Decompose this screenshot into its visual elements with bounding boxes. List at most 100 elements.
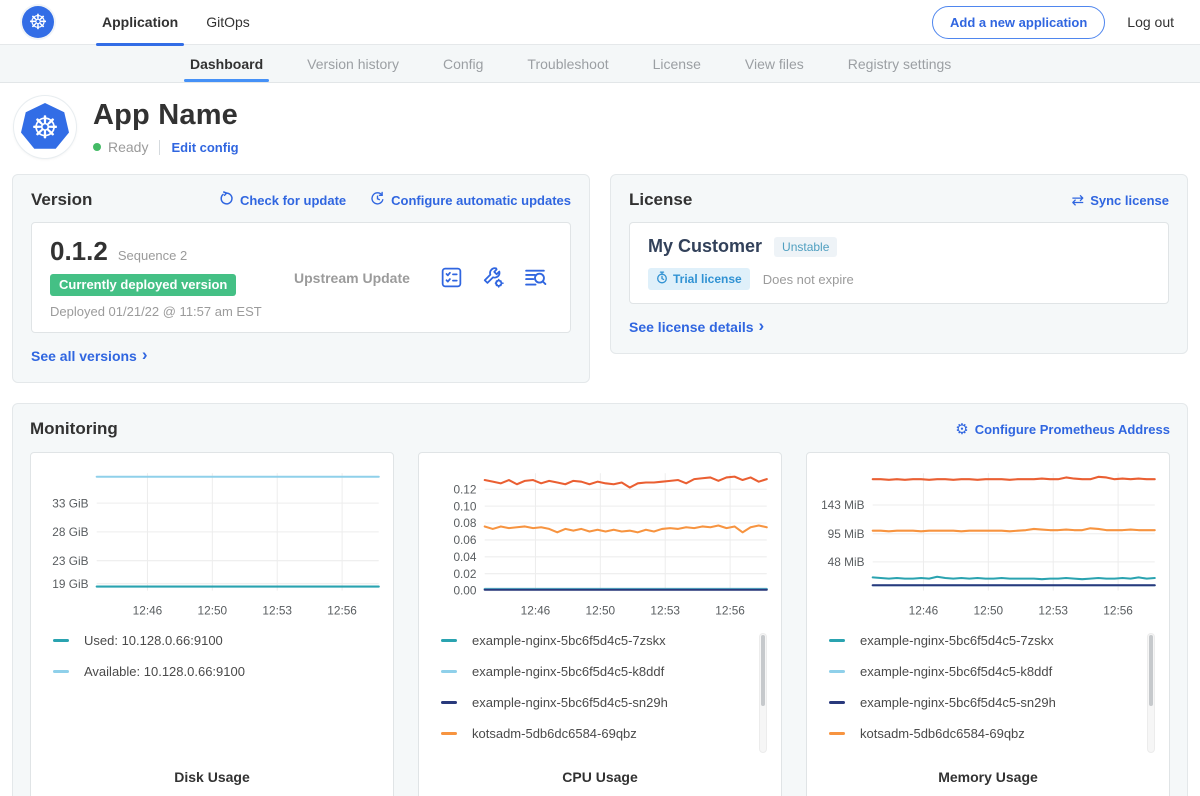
memory-usage-chart: 12:4612:5012:5312:5648 MiB95 MiB143 MiB (813, 465, 1163, 621)
legend-scrollbar[interactable] (759, 633, 767, 753)
legend-label: example-nginx-5bc6f5d4c5-7zskx (860, 633, 1054, 648)
edit-config-link[interactable]: Edit config (171, 140, 238, 155)
see-license-details-label: See license details (629, 319, 754, 335)
tab-config[interactable]: Config (421, 45, 505, 82)
memory-usage-chart-card: 12:4612:5012:5312:5648 MiB95 MiB143 MiB … (806, 452, 1170, 796)
version-number: 0.1.2 (50, 236, 108, 267)
divider (159, 140, 160, 155)
tab-config-label: Config (443, 56, 483, 72)
license-type-badge: Trial license (648, 268, 750, 290)
top-nav: ☸ Application GitOps Add a new applicati… (0, 0, 1200, 45)
license-summary-row: My Customer Unstable Trial license Does … (629, 222, 1169, 304)
legend-label: kotsadm-5db6dc6584-69qbz (472, 726, 637, 741)
legend-label: example-nginx-5bc6f5d4c5-sn29h (860, 695, 1056, 710)
cpu-usage-chart-card: 12:4612:5012:5312:560.000.020.040.060.08… (418, 452, 782, 796)
monitoring-title: Monitoring (30, 419, 118, 439)
config-wrench-icon[interactable] (481, 265, 506, 290)
svg-text:12:46: 12:46 (521, 603, 551, 617)
preflight-checks-icon[interactable] (439, 265, 464, 290)
series-color-swatch (441, 701, 457, 704)
legend-item: Used: 10.128.0.66:9100 (53, 633, 361, 648)
channel-badge: Unstable (774, 237, 837, 257)
check-for-update-link[interactable]: Check for update (219, 191, 346, 209)
view-diff-files-icon[interactable] (523, 265, 548, 290)
configure-auto-updates-link[interactable]: Configure automatic updates (370, 191, 571, 209)
tab-view-files[interactable]: View files (723, 45, 826, 82)
svg-text:33 GiB: 33 GiB (52, 496, 88, 510)
svg-text:12:53: 12:53 (262, 603, 292, 617)
tab-version-history[interactable]: Version history (285, 45, 421, 82)
svg-text:12:53: 12:53 (1038, 603, 1068, 617)
ready-status-dot (93, 143, 101, 151)
svg-text:23 GiB: 23 GiB (52, 554, 88, 568)
tab-application[interactable]: Application (88, 0, 192, 45)
svg-text:95 MiB: 95 MiB (828, 527, 865, 541)
series-color-swatch (829, 732, 845, 735)
tab-dashboard-label: Dashboard (190, 56, 263, 72)
disk-usage-chart: 12:4612:5012:5312:5619 GiB23 GiB28 GiB33… (37, 465, 387, 621)
scrollbar-thumb[interactable] (1149, 635, 1153, 706)
tab-registry-settings[interactable]: Registry settings (826, 45, 973, 82)
svg-text:143 MiB: 143 MiB (821, 498, 865, 512)
tab-application-label: Application (102, 14, 178, 30)
kubernetes-logo-icon[interactable]: ☸ (22, 6, 54, 38)
gear-icon: ⚙ (955, 422, 968, 437)
see-license-details-link[interactable]: See license details › (629, 317, 764, 337)
expiry-text: Does not expire (763, 272, 854, 287)
tab-troubleshoot[interactable]: Troubleshoot (505, 45, 630, 82)
memory-usage-legend: example-nginx-5bc6f5d4c5-7zskx example-ng… (813, 631, 1163, 759)
tab-view-files-label: View files (745, 56, 804, 72)
legend-label: example-nginx-5bc6f5d4c5-k8ddf (860, 664, 1052, 679)
chart-title: CPU Usage (425, 759, 775, 796)
add-application-button[interactable]: Add a new application (932, 6, 1105, 39)
refresh-icon (219, 191, 234, 209)
chart-title: Memory Usage (813, 759, 1163, 796)
legend-label: kotsadm-5db6dc6584-69qbz (860, 726, 1025, 741)
cpu-usage-legend: example-nginx-5bc6f5d4c5-7zskxexample-ng… (425, 631, 775, 759)
tab-gitops[interactable]: GitOps (192, 0, 264, 45)
legend-item: example-nginx-5bc6f5d4c5-sn29h (441, 695, 749, 710)
license-type-label: Trial license (673, 272, 742, 286)
logout-button[interactable]: Log out (1127, 14, 1174, 30)
tab-gitops-label: GitOps (206, 14, 250, 30)
tab-license[interactable]: License (631, 45, 723, 82)
svg-text:19 GiB: 19 GiB (52, 577, 88, 591)
app-avatar: ☸ (14, 96, 76, 158)
svg-text:28 GiB: 28 GiB (52, 525, 88, 539)
configure-prometheus-label: Configure Prometheus Address (975, 422, 1170, 437)
svg-text:12:56: 12:56 (715, 603, 745, 617)
legend-scrollbar[interactable] (1147, 633, 1155, 753)
legend-item: kotsadm-5db6dc6584-69qbz (829, 726, 1137, 741)
series-color-swatch (441, 670, 457, 673)
sync-license-label: Sync license (1090, 193, 1169, 208)
svg-text:0.00: 0.00 (453, 584, 476, 598)
scrollbar-thumb[interactable] (761, 635, 765, 706)
legend-item: example-nginx-5bc6f5d4c5-k8ddf (829, 664, 1137, 679)
svg-text:48 MiB: 48 MiB (828, 555, 865, 569)
svg-text:0.06: 0.06 (453, 533, 476, 547)
series-color-swatch (829, 670, 845, 673)
schedule-update-icon (370, 191, 385, 209)
legend-item: Available: 10.128.0.66:9100 (53, 664, 361, 679)
current-version-row: 0.1.2 Sequence 2 Currently deployed vers… (31, 222, 571, 333)
tab-version-history-label: Version history (307, 56, 399, 72)
tab-troubleshoot-label: Troubleshoot (527, 56, 608, 72)
see-all-versions-link[interactable]: See all versions › (31, 346, 148, 366)
svg-text:12:50: 12:50 (974, 603, 1004, 617)
sequence-label: Sequence 2 (118, 248, 187, 263)
legend-item: kotsadm-5db6dc6584-69qbz (441, 726, 749, 741)
configure-prometheus-link[interactable]: ⚙ Configure Prometheus Address (955, 422, 1170, 437)
series-color-swatch (441, 732, 457, 735)
sync-arrows-icon: ⇄ (1072, 193, 1085, 208)
cpu-usage-chart: 12:4612:5012:5312:560.000.020.040.060.08… (425, 465, 775, 621)
svg-text:0.04: 0.04 (453, 550, 476, 564)
configure-auto-updates-label: Configure automatic updates (391, 193, 571, 208)
series-color-swatch (829, 701, 845, 704)
sync-license-link[interactable]: ⇄ Sync license (1072, 193, 1169, 208)
status-badge: Ready (108, 139, 148, 155)
legend-item: example-nginx-5bc6f5d4c5-sn29h (829, 695, 1137, 710)
legend-label: Available: 10.128.0.66:9100 (84, 664, 245, 679)
helm-wheel-glyph: ☸ (29, 12, 48, 33)
tab-dashboard[interactable]: Dashboard (168, 45, 285, 82)
legend-item: example-nginx-5bc6f5d4c5-k8ddf (441, 664, 749, 679)
